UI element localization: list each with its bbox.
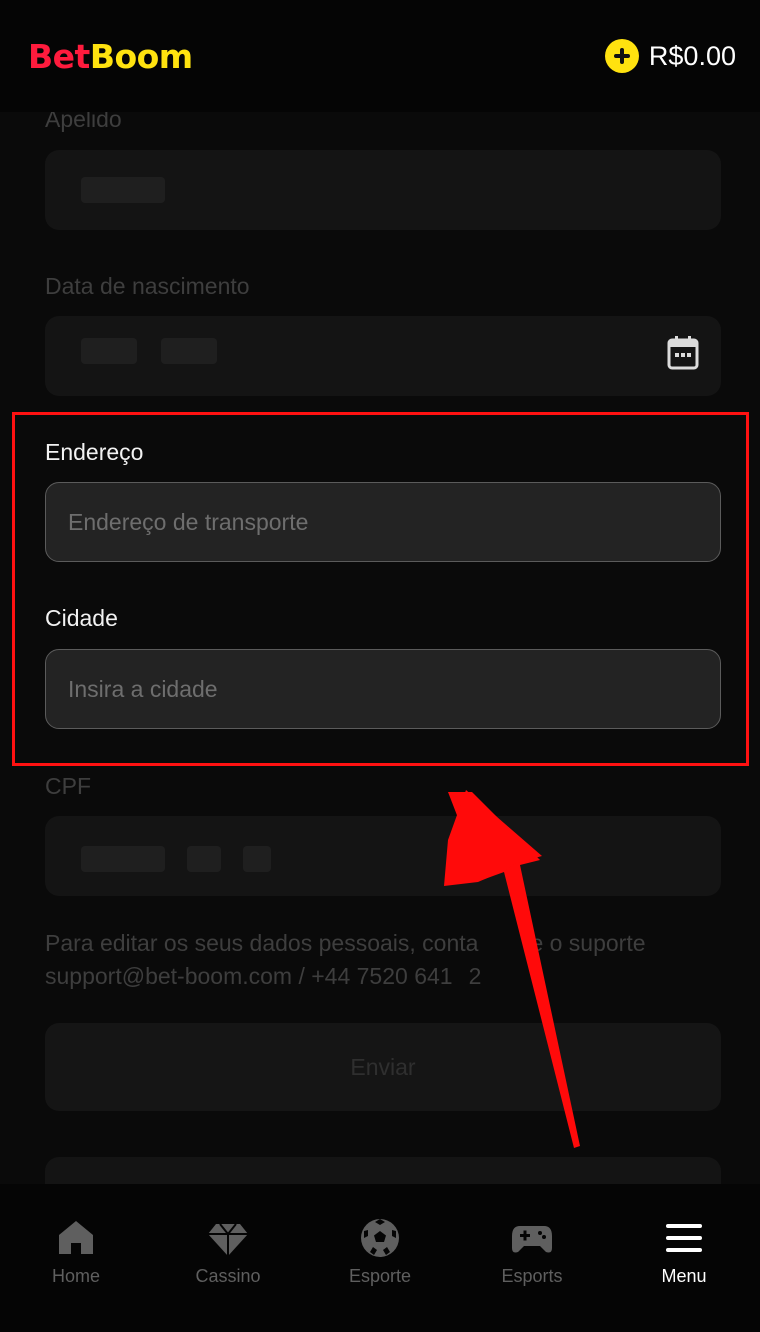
betboom-logo[interactable]: BetBoom: [28, 37, 193, 76]
diamond-icon: [208, 1223, 248, 1256]
nav-esports-label: Esports: [501, 1266, 563, 1286]
nav-esports[interactable]: Esports: [456, 1184, 608, 1332]
nav-esporte-label: Esporte: [348, 1266, 412, 1286]
gamepad-icon: [512, 1226, 552, 1253]
city-field: [45, 649, 721, 729]
nickname-field: [45, 150, 721, 230]
support-contact-text: Para editar os seus dados pessoais, cont…: [45, 927, 725, 993]
nav-esporte[interactable]: Esporte: [304, 1184, 456, 1332]
balance-amount: R$0.00: [648, 40, 736, 71]
birthdate-redacted-month: [161, 338, 217, 364]
birthdate-field: [45, 316, 721, 396]
nav-home-label: Home: [51, 1266, 100, 1286]
nav-menu-label: Menu: [661, 1266, 707, 1286]
cpf-redacted-part3: [243, 846, 271, 872]
nav-cassino-label: Cassino: [195, 1266, 261, 1286]
support-line-2: support@bet-boom.com / +44 7520 641 2: [45, 963, 482, 989]
deposit-plus-icon[interactable]: [604, 39, 639, 73]
cpf-redacted-part2: [187, 846, 221, 872]
nav-cassino[interactable]: Cassino: [152, 1184, 304, 1332]
cpf-field: [45, 816, 721, 896]
annotation-arrow: [444, 790, 580, 1148]
calendar-icon: [667, 336, 699, 370]
submit-button[interactable]: Enviar: [45, 1023, 721, 1111]
support-line-1: Para editar os seus dados pessoais, cont…: [45, 930, 646, 956]
birthdate-redacted-day: [81, 338, 137, 364]
bottom-navigation: Home Cassino Esporte Esports Menu: [0, 1184, 760, 1332]
birthdate-label: Data de nascimento: [45, 273, 250, 299]
logo-boom-text: Boom: [89, 36, 193, 76]
nav-home[interactable]: Home: [0, 1184, 152, 1332]
nickname-redacted-value: [81, 177, 165, 203]
soccer-ball-icon: [361, 1219, 399, 1257]
cpf-label: CPF: [45, 773, 91, 799]
address-field: [45, 482, 721, 562]
cpf-redacted-part1: [81, 846, 165, 872]
nav-menu[interactable]: Menu: [608, 1184, 760, 1332]
city-input[interactable]: [46, 650, 720, 728]
home-icon: [59, 1221, 93, 1254]
profile-form: Apelido Data de nascimento Endereço Cida…: [0, 106, 760, 1217]
hamburger-icon: [666, 1224, 702, 1252]
city-label: Cidade: [45, 605, 118, 631]
balance-widget[interactable]: R$0.00: [604, 39, 736, 73]
address-input[interactable]: [46, 483, 720, 561]
address-label: Endereço: [45, 439, 144, 465]
logo-bet-text: Bet: [28, 36, 90, 76]
top-header: BetBoom R$0.00: [0, 0, 760, 112]
